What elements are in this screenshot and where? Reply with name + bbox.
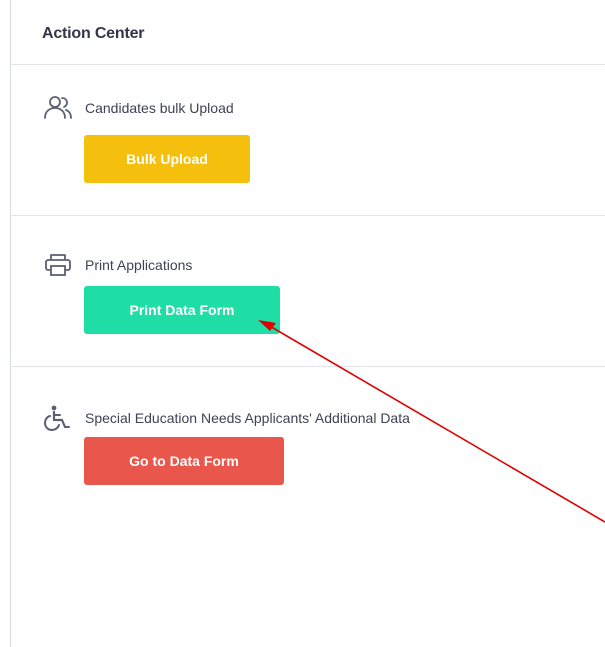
special-education-label: Special Education Needs Applicants' Addi… <box>85 410 410 426</box>
section-special-education: Special Education Needs Applicants' Addi… <box>11 367 605 517</box>
wheelchair-icon <box>43 405 73 431</box>
section-bulk-upload: Candidates bulk Upload Bulk Upload <box>11 65 605 215</box>
action-center-header: Action Center <box>11 0 605 64</box>
bulk-upload-button[interactable]: Bulk Upload <box>84 135 250 183</box>
section-print-applications: Print Applications Print Data Form <box>11 216 605 366</box>
go-to-data-form-button[interactable]: Go to Data Form <box>84 437 284 485</box>
users-icon <box>43 95 73 121</box>
print-applications-label: Print Applications <box>85 257 193 273</box>
special-education-row: Special Education Needs Applicants' Addi… <box>43 405 410 431</box>
printer-icon <box>43 252 73 278</box>
bulk-upload-label: Candidates bulk Upload <box>85 100 234 116</box>
page-title: Action Center <box>42 25 145 42</box>
bulk-upload-row: Candidates bulk Upload <box>43 95 234 121</box>
print-applications-row: Print Applications <box>43 252 192 278</box>
print-data-form-button[interactable]: Print Data Form <box>84 286 280 334</box>
